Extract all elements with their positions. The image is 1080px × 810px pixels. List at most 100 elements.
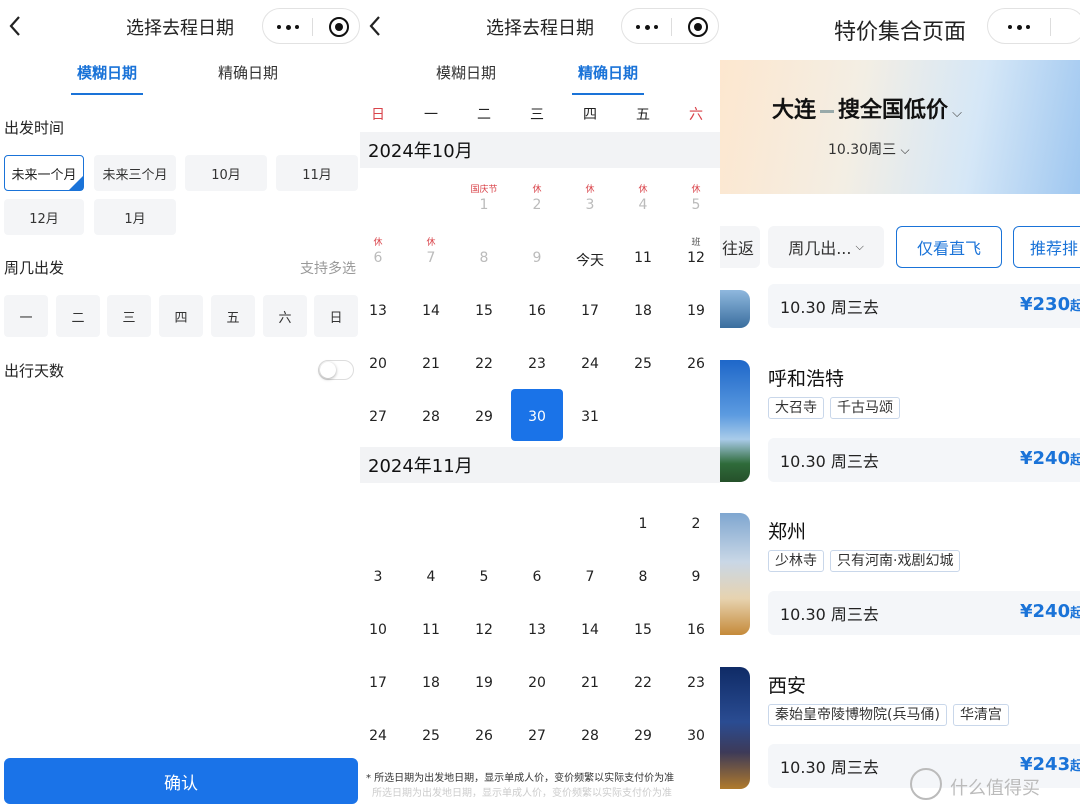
calendar-day[interactable]: 16 — [511, 283, 563, 335]
more-icon[interactable] — [277, 24, 299, 30]
calendar-day[interactable]: 30 — [511, 389, 563, 441]
fare-row[interactable]: 10.30 周三去 ¥240起 — [768, 591, 1080, 635]
calendar-day[interactable]: 班 12 — [670, 230, 720, 282]
day-number: 17 — [369, 675, 387, 691]
day-number: 23 — [687, 675, 705, 691]
period-chip[interactable]: 未来一个月 — [4, 155, 84, 191]
weekday-chip[interactable]: 日 — [314, 295, 358, 337]
calendar-day[interactable]: 2 — [670, 496, 720, 548]
city-name[interactable]: 郑州 — [768, 517, 806, 544]
calendar-day[interactable]: 24 — [564, 336, 616, 388]
calendar-day[interactable]: 27 — [511, 708, 563, 760]
tab-exact-date[interactable]: 精确日期 — [206, 62, 290, 83]
calendar-day[interactable]: 14 — [564, 602, 616, 654]
day-number: 11 — [634, 250, 652, 266]
calendar-day[interactable]: 7 — [564, 549, 616, 601]
tab-fuzzy-date[interactable]: 模糊日期 — [424, 62, 508, 83]
calendar-day[interactable]: 5 — [458, 549, 510, 601]
calendar-day[interactable]: 今天 — [564, 230, 616, 282]
day-number: 12 — [475, 622, 493, 638]
calendar-day[interactable]: 15 — [617, 602, 669, 654]
weekday-chip[interactable]: 一 — [4, 295, 48, 337]
calendar-day[interactable]: 17 — [564, 283, 616, 335]
calendar-day[interactable]: 26 — [458, 708, 510, 760]
calendar-day[interactable]: 28 — [564, 708, 616, 760]
weekday-chip[interactable]: 五 — [211, 295, 255, 337]
calendar-day[interactable]: 22 — [617, 655, 669, 707]
fare-row[interactable]: 10.30 周三去 ¥230起 — [768, 284, 1080, 328]
route-selector[interactable]: 大连 搜全国低价 ⌵ — [772, 92, 962, 124]
calendar-day[interactable]: 22 — [458, 336, 510, 388]
exact-date-panel: 选择去程日期 模糊日期 精确日期 日一二三四五六 2024年10月 国庆节 1 休 2… — [360, 0, 720, 810]
trip-days-toggle[interactable] — [318, 360, 354, 380]
city-name[interactable]: 呼和浩特 — [768, 364, 844, 391]
weekday-chip[interactable]: 二 — [56, 295, 100, 337]
period-chip[interactable]: 12月 — [4, 199, 84, 235]
calendar-day[interactable]: 18 — [405, 655, 457, 707]
calendar-day: 休6 — [360, 230, 404, 282]
calendar-day[interactable]: 8 — [617, 549, 669, 601]
calendar-day[interactable]: 21 — [564, 655, 616, 707]
filter-direct-only[interactable]: 仅看直飞 — [896, 226, 1002, 268]
holiday-tag: 休 — [585, 185, 595, 195]
filter-round-trip[interactable]: 往返 — [720, 226, 760, 268]
calendar-day[interactable]: 18 — [617, 283, 669, 335]
calendar-day[interactable]: 20 — [360, 336, 404, 388]
close-target-icon[interactable] — [329, 17, 349, 37]
more-icon[interactable] — [636, 24, 658, 30]
day-number: 25 — [634, 356, 652, 372]
poi-tag: 大召寺 — [768, 397, 824, 419]
tab-fuzzy-date[interactable]: 模糊日期 — [65, 62, 149, 95]
calendar-day[interactable]: 10 — [360, 602, 404, 654]
calendar-day[interactable]: 13 — [511, 602, 563, 654]
period-chip[interactable]: 10月 — [185, 155, 267, 191]
period-chip[interactable]: 未来三个月 — [94, 155, 176, 191]
confirm-button[interactable]: 确认 — [4, 758, 358, 804]
period-chip[interactable]: 1月 — [94, 199, 176, 235]
calendar-day[interactable]: 12 — [458, 602, 510, 654]
calendar-day[interactable]: 31 — [564, 389, 616, 441]
day-number: 30 — [528, 409, 546, 425]
weekday-chip[interactable]: 四 — [159, 295, 203, 337]
day-number: 13 — [528, 622, 546, 638]
calendar-day[interactable]: 23 — [511, 336, 563, 388]
calendar-day[interactable]: 15 — [458, 283, 510, 335]
calendar-day[interactable]: 9 — [670, 549, 720, 601]
more-icon[interactable] — [1008, 24, 1030, 30]
calendar-day[interactable]: 29 — [458, 389, 510, 441]
city-name[interactable]: 西安 — [768, 671, 806, 698]
calendar-day[interactable]: 24 — [360, 708, 404, 760]
day-number: 27 — [369, 409, 387, 425]
calendar-day[interactable]: 17 — [360, 655, 404, 707]
calendar-day[interactable]: 3 — [360, 549, 404, 601]
calendar-day[interactable]: 28 — [405, 389, 457, 441]
calendar-day[interactable]: 20 — [511, 655, 563, 707]
calendar-day[interactable]: 26 — [670, 336, 720, 388]
close-target-icon[interactable] — [688, 17, 708, 37]
calendar-day[interactable]: 13 — [360, 283, 404, 335]
calendar-day[interactable]: 30 — [670, 708, 720, 760]
calendar-day[interactable]: 21 — [405, 336, 457, 388]
calendar-day[interactable]: 11 — [405, 602, 457, 654]
calendar-day[interactable]: 19 — [458, 655, 510, 707]
calendar-day[interactable]: 16 — [670, 602, 720, 654]
period-chip[interactable]: 11月 — [276, 155, 358, 191]
calendar-day[interactable]: 25 — [617, 336, 669, 388]
date-selector[interactable]: 10.30周三 ⌵ — [828, 139, 910, 159]
calendar-day[interactable]: 1 — [617, 496, 669, 548]
filter-weekday[interactable]: 周几出... ⌵ — [768, 226, 884, 268]
calendar-day[interactable]: 6 — [511, 549, 563, 601]
calendar-day[interactable]: 19 — [670, 283, 720, 335]
calendar-day[interactable]: 25 — [405, 708, 457, 760]
fare-row[interactable]: 10.30 周三去 ¥240起 — [768, 438, 1080, 482]
tab-exact-date[interactable]: 精确日期 — [566, 62, 650, 95]
calendar-day[interactable]: 27 — [360, 389, 404, 441]
weekday-chip[interactable]: 六 — [263, 295, 307, 337]
calendar-day[interactable]: 4 — [405, 549, 457, 601]
filter-sort[interactable]: 推荐排 — [1013, 226, 1080, 268]
weekday-chip[interactable]: 三 — [107, 295, 151, 337]
calendar-day[interactable]: 11 — [617, 230, 669, 282]
calendar-day[interactable]: 29 — [617, 708, 669, 760]
calendar-day[interactable]: 14 — [405, 283, 457, 335]
calendar-day[interactable]: 23 — [670, 655, 720, 707]
